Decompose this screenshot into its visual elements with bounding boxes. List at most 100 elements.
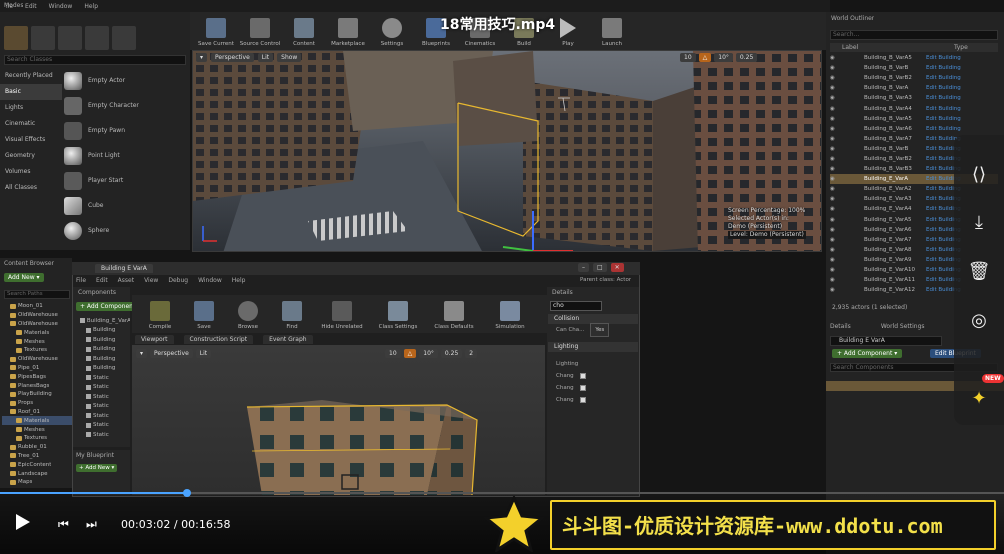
bp-component-item[interactable]: Building: [76, 326, 130, 336]
visibility-eye-icon[interactable]: ◉: [830, 267, 838, 273]
bp-save-button[interactable]: Save: [182, 295, 226, 333]
outliner-title[interactable]: World Outliner: [831, 15, 874, 22]
search-paths-input[interactable]: Search Paths: [4, 290, 70, 299]
category-cinematic[interactable]: Cinematic: [0, 116, 62, 132]
show-button[interactable]: Show: [277, 53, 302, 62]
folder-item[interactable]: Materials: [2, 328, 72, 337]
bp-grid-snap-value[interactable]: 10: [385, 349, 401, 358]
viewport-menu-button[interactable]: ▾: [196, 53, 208, 62]
bp-menu-file[interactable]: File: [76, 277, 86, 284]
class-defaults-button[interactable]: Class Defaults: [426, 295, 482, 333]
bp-minimize-icon[interactable]: –: [578, 263, 589, 272]
bp-details-title[interactable]: Details: [552, 289, 573, 296]
class-item[interactable]: Player Start: [64, 168, 184, 193]
save-current-button[interactable]: Save Current: [194, 12, 238, 50]
category-recently-placed[interactable]: Recently Placed: [0, 68, 62, 84]
bp-menu-view[interactable]: View: [144, 277, 158, 284]
visibility-eye-icon[interactable]: ◉: [830, 126, 838, 132]
outliner-row[interactable]: ◉ Building_B_VarA4 Edit Building: [830, 103, 998, 113]
folder-item[interactable]: Meshes: [2, 425, 72, 434]
class-item[interactable]: Empty Pawn: [64, 118, 184, 143]
bp-menu-debug[interactable]: Debug: [168, 277, 188, 284]
visibility-eye-icon[interactable]: ◉: [830, 65, 838, 71]
perspective-button[interactable]: Perspective: [211, 53, 254, 62]
blueprint-tab[interactable]: Building E VarA: [95, 264, 153, 273]
bp-menu-help[interactable]: Help: [232, 277, 246, 284]
bp-scale-snap-value[interactable]: 0.25: [440, 349, 463, 358]
folder-item[interactable]: Maps: [2, 478, 72, 487]
pin-icon[interactable]: ✦: [964, 384, 994, 414]
folder-item[interactable]: Meshes: [2, 337, 72, 346]
category-volumes[interactable]: Volumes: [0, 164, 62, 180]
settings-button[interactable]: Settings: [370, 12, 414, 50]
bp-component-item[interactable]: Static: [76, 383, 130, 393]
category-geometry[interactable]: Geometry: [0, 148, 62, 164]
folder-item[interactable]: Props: [2, 399, 72, 408]
bp-component-item[interactable]: Building: [76, 345, 130, 355]
landscape-mode-icon[interactable]: [58, 26, 82, 50]
bp-angle-snap-value[interactable]: 10°: [419, 349, 438, 358]
modes-tab[interactable]: Modes: [4, 2, 23, 9]
geometry-mode-icon[interactable]: [112, 26, 136, 50]
menu-edit[interactable]: Edit: [25, 3, 37, 10]
folder-item[interactable]: PipesBags: [2, 372, 72, 381]
section-lighting[interactable]: Lighting: [548, 342, 638, 352]
visibility-eye-icon[interactable]: ◉: [830, 136, 838, 142]
class-settings-button[interactable]: Class Settings: [370, 295, 426, 333]
class-item[interactable]: Cube: [64, 193, 184, 218]
tab-construction-script[interactable]: Construction Script: [183, 335, 254, 344]
category-basic[interactable]: Basic: [0, 84, 62, 100]
bp-component-item[interactable]: Building_E_VarA: [76, 316, 130, 326]
folder-item[interactable]: EpicContent: [2, 460, 72, 469]
visibility-eye-icon[interactable]: ◉: [830, 146, 838, 152]
bp-maximize-icon[interactable]: □: [593, 263, 607, 272]
folder-item[interactable]: Moon_01: [2, 302, 72, 311]
checkbox-1[interactable]: [579, 373, 586, 379]
foliage-mode-icon[interactable]: [85, 26, 109, 50]
category-all-classes[interactable]: All Classes: [0, 180, 62, 196]
bp-component-item[interactable]: Static: [76, 430, 130, 440]
paint-mode-icon[interactable]: [31, 26, 55, 50]
visibility-eye-icon[interactable]: ◉: [830, 85, 838, 91]
simulation-button[interactable]: Simulation: [482, 295, 538, 333]
visibility-eye-icon[interactable]: ◉: [830, 277, 838, 283]
outliner-row[interactable]: ◉ Building_B_VarA5 Edit Building: [830, 53, 998, 63]
bp-component-item[interactable]: Building: [76, 335, 130, 345]
class-item[interactable]: Point Light: [64, 143, 184, 168]
visibility-eye-icon[interactable]: ◉: [830, 106, 838, 112]
bp-details-search-input[interactable]: cho: [550, 301, 602, 311]
visibility-eye-icon[interactable]: ◉: [830, 257, 838, 263]
bp-component-item[interactable]: Static: [76, 392, 130, 402]
download-icon[interactable]: ⤓: [964, 208, 994, 238]
category-lights[interactable]: Lights: [0, 100, 62, 116]
menu-window[interactable]: Window: [49, 3, 73, 10]
folder-item[interactable]: PlayBuilding: [2, 390, 72, 399]
bp-viewport[interactable]: [132, 345, 545, 495]
add-new-button[interactable]: Add New ▾: [4, 273, 44, 282]
hide-unrelated-button[interactable]: Hide Unrelated: [314, 295, 370, 333]
folder-item[interactable]: Textures: [2, 346, 72, 355]
bp-component-item[interactable]: Static: [76, 421, 130, 431]
compile-button[interactable]: Compile: [138, 295, 182, 333]
visibility-eye-icon[interactable]: ◉: [830, 176, 838, 182]
find-button[interactable]: Find: [270, 295, 314, 333]
visibility-eye-icon[interactable]: ◉: [830, 196, 838, 202]
folder-item[interactable]: Textures: [2, 434, 72, 443]
visibility-eye-icon[interactable]: ◉: [830, 247, 838, 253]
outliner-row[interactable]: ◉ Building_B_VarB2 Edit Building: [830, 73, 998, 83]
play-icon[interactable]: [16, 514, 30, 530]
visibility-eye-icon[interactable]: ◉: [830, 206, 838, 212]
actor-name-field[interactable]: Building E VarA: [830, 336, 942, 346]
content-button[interactable]: Content: [282, 12, 326, 50]
outliner-row[interactable]: ◉ Building_B_VarA Edit Building: [830, 83, 998, 93]
share-icon[interactable]: ⟨⟩: [964, 160, 994, 190]
record-icon[interactable]: ◎: [964, 306, 994, 336]
menu-help[interactable]: Help: [84, 3, 98, 10]
folder-item[interactable]: Tree_01: [2, 452, 72, 461]
folder-item[interactable]: Pipe_01: [2, 364, 72, 373]
lit-button[interactable]: Lit: [257, 53, 274, 62]
visibility-eye-icon[interactable]: ◉: [830, 186, 838, 192]
outliner-row[interactable]: ◉ Building_B_VarA3 Edit Building: [830, 93, 998, 103]
visibility-eye-icon[interactable]: ◉: [830, 237, 838, 243]
outliner-row[interactable]: ◉ Building_B_VarA5 Edit Building: [830, 114, 998, 124]
